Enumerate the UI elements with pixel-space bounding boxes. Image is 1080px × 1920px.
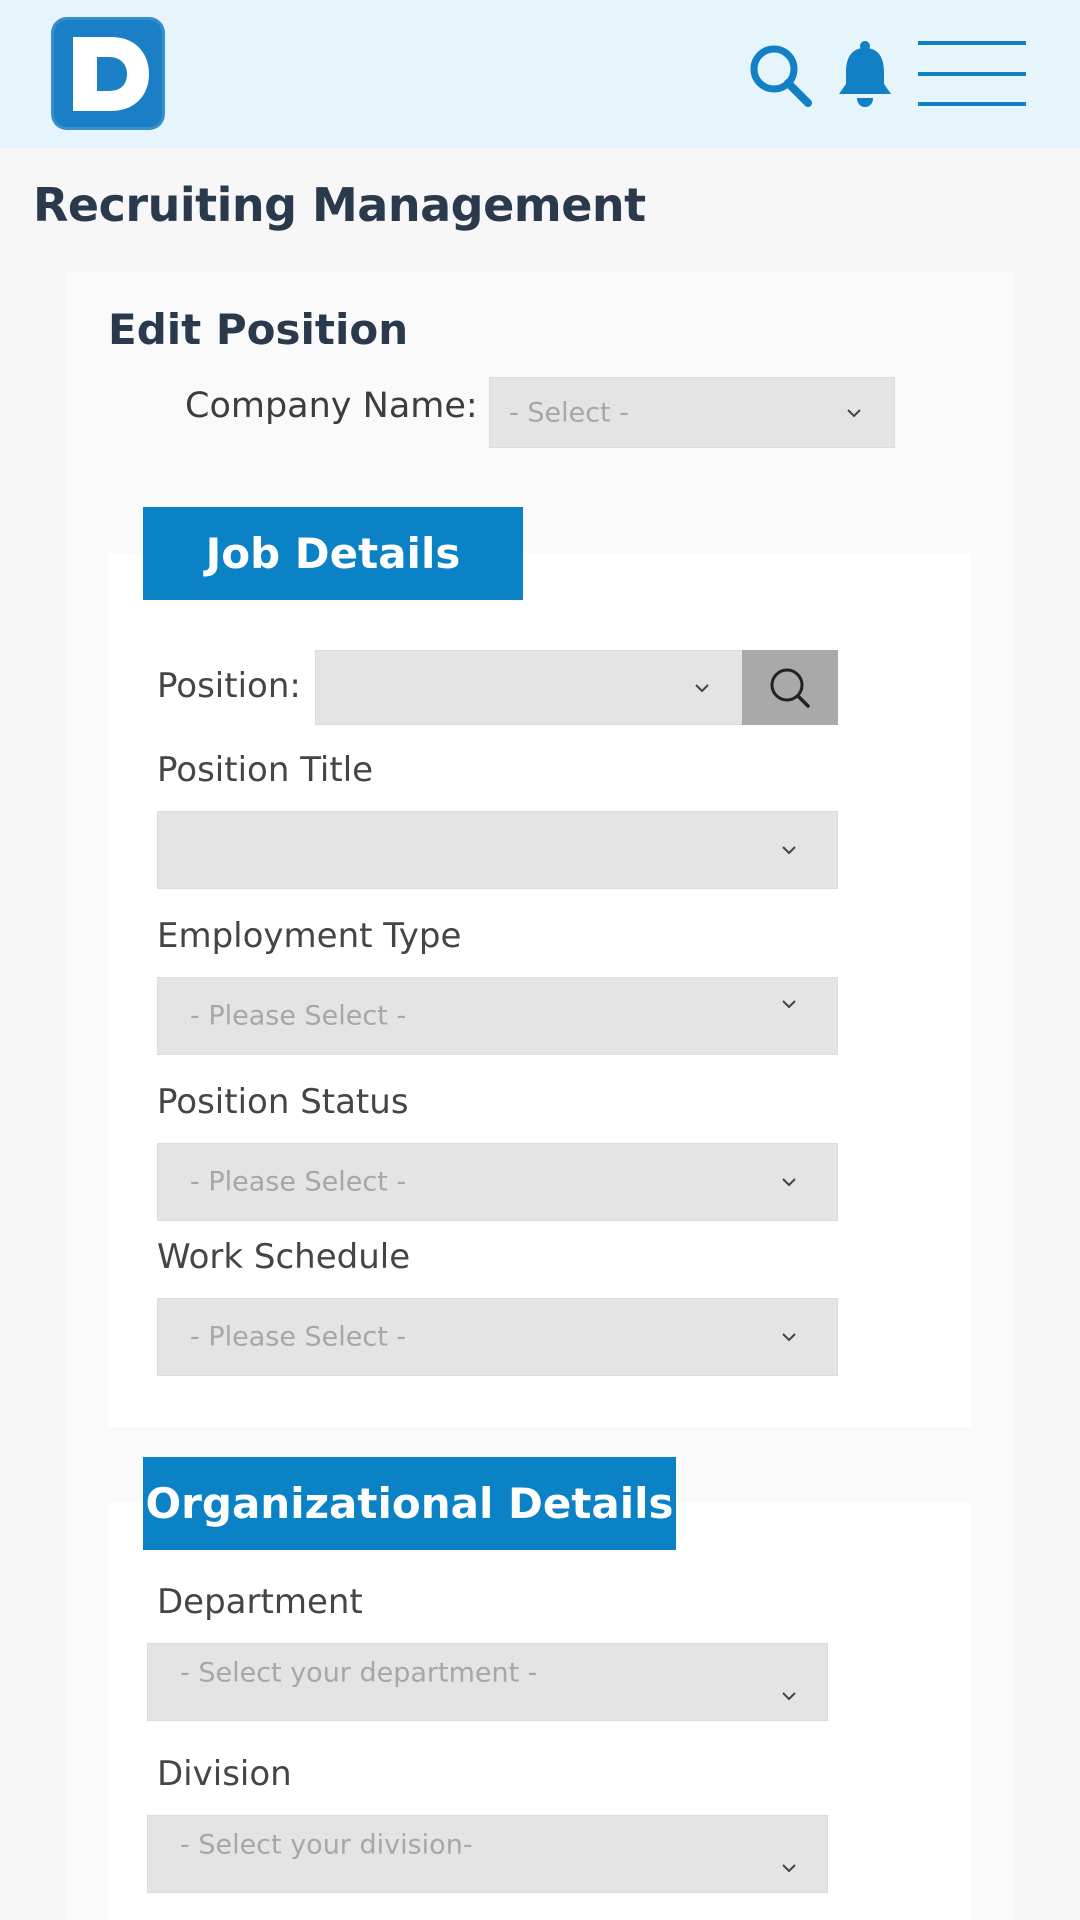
chevron-down-icon bbox=[782, 1000, 796, 1009]
position-title-select[interactable] bbox=[157, 811, 838, 889]
work-schedule-placeholder: - Please Select - bbox=[190, 1321, 407, 1353]
division-placeholder: - Select your division- bbox=[180, 1829, 473, 1861]
work-schedule-select[interactable]: - Please Select - bbox=[157, 1298, 838, 1376]
chevron-down-icon bbox=[695, 683, 709, 692]
d-logo-icon[interactable] bbox=[51, 17, 165, 130]
position-title-label: Position Title bbox=[157, 750, 374, 790]
company-name-placeholder: - Select - bbox=[509, 397, 629, 428]
position-status-placeholder: - Please Select - bbox=[190, 1166, 407, 1198]
division-label: Division bbox=[157, 1754, 292, 1794]
chevron-down-icon bbox=[782, 1863, 796, 1873]
position-select[interactable] bbox=[315, 650, 743, 725]
hamburger-menu-icon[interactable] bbox=[916, 39, 1028, 109]
position-search-button[interactable] bbox=[742, 650, 838, 725]
search-icon[interactable] bbox=[746, 41, 816, 111]
department-placeholder: - Select your department - bbox=[180, 1657, 538, 1689]
position-status-label: Position Status bbox=[157, 1082, 409, 1122]
position-status-select[interactable]: - Please Select - bbox=[157, 1143, 838, 1221]
job-details-tab: Job Details bbox=[143, 507, 523, 600]
department-select[interactable]: - Select your department - bbox=[147, 1643, 828, 1721]
company-name-label: Company Name: bbox=[185, 386, 478, 426]
position-label: Position: bbox=[157, 666, 301, 706]
chevron-down-icon bbox=[847, 408, 861, 417]
top-navigation-bar bbox=[0, 0, 1080, 148]
employment-type-select[interactable]: - Please Select - bbox=[157, 977, 838, 1055]
company-name-select[interactable]: - Select - bbox=[489, 377, 895, 448]
search-icon bbox=[770, 668, 810, 708]
chevron-down-icon bbox=[782, 1178, 796, 1187]
chevron-down-icon bbox=[782, 846, 796, 855]
chevron-down-icon bbox=[782, 1691, 796, 1701]
division-select[interactable]: - Select your division- bbox=[147, 1815, 828, 1893]
employment-type-placeholder: - Please Select - bbox=[190, 1000, 407, 1032]
chevron-down-icon bbox=[782, 1333, 796, 1342]
form-title: Edit Position bbox=[108, 305, 409, 354]
work-schedule-label: Work Schedule bbox=[157, 1237, 411, 1277]
bell-icon[interactable] bbox=[836, 40, 894, 110]
organizational-details-tab: Organizational Details bbox=[143, 1457, 676, 1550]
page-title: Recruiting Management bbox=[33, 178, 646, 232]
department-label: Department bbox=[157, 1582, 363, 1622]
employment-type-label: Employment Type bbox=[157, 916, 462, 956]
